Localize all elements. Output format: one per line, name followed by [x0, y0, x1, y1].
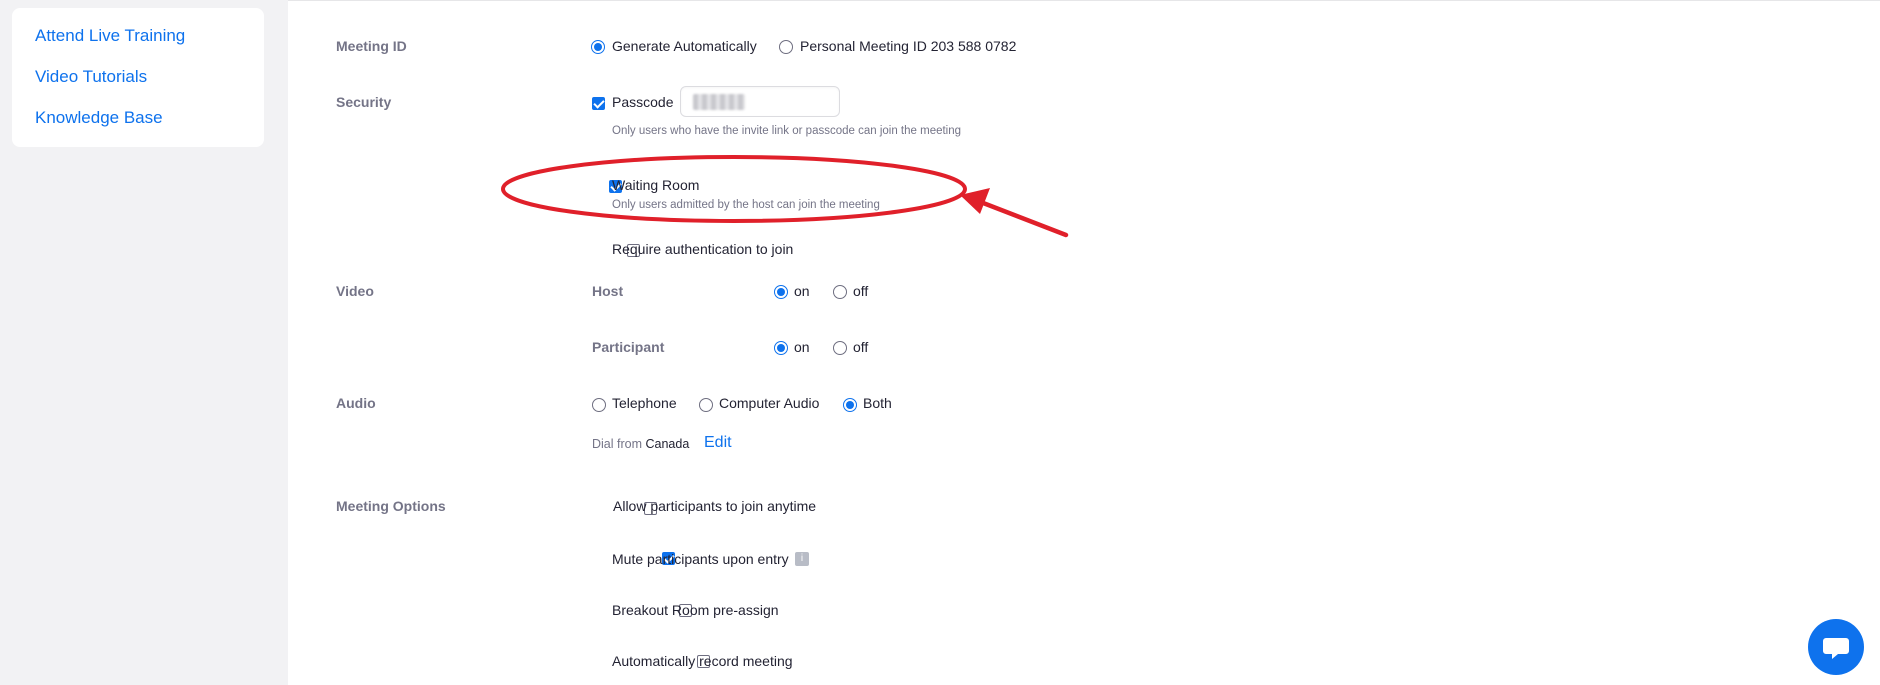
video-participant-label: Participant: [592, 339, 665, 355]
dial-from-country: Canada: [645, 437, 690, 451]
meeting-settings-panel: Meeting ID Generate Automatically Person…: [288, 0, 1880, 685]
auto-record-label[interactable]: Automatically record meeting: [612, 653, 793, 669]
passcode-checkbox[interactable]: [592, 97, 605, 110]
passcode-hint: Only users who have the invite link or p…: [612, 125, 962, 137]
dial-from-prefix: Dial from: [592, 437, 643, 451]
audio-telephone-label[interactable]: Telephone: [612, 395, 677, 411]
chat-bubble-icon: [1823, 638, 1849, 659]
audio-computer-audio-radio[interactable]: [699, 398, 713, 412]
video-host-off-label[interactable]: off: [853, 283, 868, 299]
passcode-input[interactable]: [680, 86, 840, 117]
allow-join-anytime-label[interactable]: Allow participants to join anytime: [613, 498, 816, 514]
video-participant-off-label[interactable]: off: [853, 339, 868, 355]
passcode-value-obscured: [693, 94, 745, 110]
video-participant-on-label[interactable]: on: [794, 339, 810, 355]
sidebar-help-card: Attend Live Training Video Tutorials Kno…: [12, 8, 264, 147]
mute-upon-entry-label[interactable]: Mute participants upon entry: [612, 551, 789, 567]
video-label: Video: [336, 283, 374, 299]
audio-computer-audio-label[interactable]: Computer Audio: [719, 395, 819, 411]
waiting-room-hint: Only users admitted by the host can join…: [612, 199, 880, 211]
video-host-label: Host: [592, 283, 624, 299]
passcode-label[interactable]: Passcode: [612, 94, 673, 110]
audio-label: Audio: [336, 395, 376, 411]
audio-both-radio[interactable]: [843, 398, 857, 412]
waiting-room-label[interactable]: Waiting Room: [612, 177, 699, 193]
require-authentication-label[interactable]: Require authentication to join: [612, 241, 793, 257]
generate-automatically-label[interactable]: Generate Automatically: [612, 38, 757, 54]
video-host-on-label[interactable]: on: [794, 283, 810, 299]
video-host-on-radio[interactable]: [774, 285, 788, 299]
meeting-options-label: Meeting Options: [336, 498, 446, 514]
chat-button[interactable]: [1808, 619, 1864, 675]
info-icon[interactable]: i: [795, 552, 809, 566]
sidebar-link-knowledge-base[interactable]: Knowledge Base: [35, 108, 163, 128]
breakout-room-preassign-label[interactable]: Breakout Room pre-assign: [612, 602, 779, 618]
video-host-off-radio[interactable]: [833, 285, 847, 299]
personal-meeting-id-radio[interactable]: [779, 40, 793, 54]
dial-from-edit-link[interactable]: Edit: [704, 434, 732, 452]
audio-telephone-radio[interactable]: [592, 398, 606, 412]
audio-both-label[interactable]: Both: [863, 395, 892, 411]
video-participant-off-radio[interactable]: [833, 341, 847, 355]
generate-automatically-radio[interactable]: [591, 40, 605, 54]
sidebar-link-attend-live-training[interactable]: Attend Live Training: [35, 26, 185, 46]
sidebar-link-video-tutorials[interactable]: Video Tutorials: [35, 67, 147, 87]
video-participant-on-radio[interactable]: [774, 341, 788, 355]
dial-from-text: Dial from Canada: [592, 437, 689, 451]
security-label: Security: [336, 94, 392, 110]
personal-meeting-id-label[interactable]: Personal Meeting ID 203 588 0782: [800, 38, 1016, 54]
meeting-id-label: Meeting ID: [336, 38, 407, 54]
